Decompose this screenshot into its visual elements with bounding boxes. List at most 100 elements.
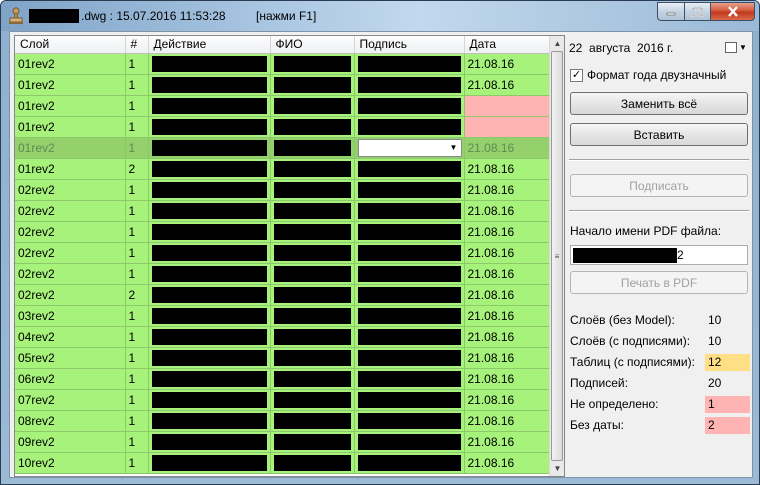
grid-scrollbar[interactable]: ▲ ≡ ▼ (549, 36, 564, 476)
cell-action[interactable] (148, 221, 271, 243)
cell-signature[interactable] (354, 74, 465, 96)
cell-layer[interactable]: 08rev2 (15, 410, 126, 432)
cell-signature[interactable] (354, 221, 465, 243)
cell-layer[interactable]: 03rev2 (15, 305, 126, 327)
cell-date[interactable]: 21.08.16 (464, 305, 551, 327)
cell-name[interactable] (270, 389, 355, 411)
table-row[interactable]: 05rev2 1 21.08.16 (15, 347, 551, 369)
cell-signature[interactable] (354, 431, 465, 453)
cell-number[interactable]: 2 (125, 284, 149, 306)
cell-number[interactable]: 1 (125, 389, 149, 411)
cell-date[interactable]: 21.08.16 (464, 284, 551, 306)
cell-number[interactable]: 1 (125, 95, 149, 117)
cell-signature[interactable] (354, 53, 465, 75)
table-row[interactable]: 01rev2 2 21.08.16 (15, 158, 551, 180)
cell-action[interactable] (148, 200, 271, 222)
cell-name[interactable] (270, 284, 355, 306)
table-row[interactable]: 02rev2 1 21.08.16 (15, 221, 551, 243)
cell-layer[interactable]: 01rev2 (15, 53, 126, 75)
cell-signature[interactable] (354, 158, 465, 180)
cell-number[interactable]: 1 (125, 242, 149, 264)
cell-action[interactable] (148, 389, 271, 411)
cell-signature[interactable] (354, 347, 465, 369)
cell-action[interactable] (148, 116, 271, 138)
cell-signature[interactable]: ▼ (354, 137, 465, 159)
cell-action[interactable] (148, 305, 271, 327)
cell-signature[interactable] (354, 284, 465, 306)
cell-name[interactable] (270, 368, 355, 390)
cell-number[interactable]: 1 (125, 74, 149, 96)
cell-signature[interactable] (354, 368, 465, 390)
cell-layer[interactable]: 07rev2 (15, 389, 126, 411)
cell-layer[interactable]: 01rev2 (15, 74, 126, 96)
cell-action[interactable] (148, 95, 271, 117)
insert-button[interactable]: Вставить (570, 123, 748, 146)
cell-name[interactable] (270, 326, 355, 348)
cell-number[interactable]: 1 (125, 431, 149, 453)
signatures-grid[interactable]: Слой # Действие ФИО Подпись Дата 01rev2 1… (14, 35, 565, 477)
cell-layer[interactable]: 01rev2 (15, 137, 126, 159)
cell-signature[interactable] (354, 116, 465, 138)
cell-action[interactable] (148, 368, 271, 390)
cell-action[interactable] (148, 431, 271, 453)
cell-date[interactable] (464, 95, 551, 117)
cell-date[interactable]: 21.08.16 (464, 179, 551, 201)
cell-layer[interactable]: 10rev2 (15, 452, 126, 474)
table-row[interactable]: 01rev2 1 21.08.16 (15, 53, 551, 75)
cell-signature[interactable] (354, 263, 465, 285)
cell-action[interactable] (148, 53, 271, 75)
cell-layer[interactable]: 01rev2 (15, 116, 126, 138)
cell-number[interactable]: 1 (125, 179, 149, 201)
table-row[interactable]: 09rev2 1 21.08.16 (15, 431, 551, 453)
replace-all-button[interactable]: Заменить всё (570, 92, 748, 115)
table-row[interactable]: 02rev2 1 21.08.16 (15, 242, 551, 264)
table-row[interactable]: 08rev2 1 21.08.16 (15, 410, 551, 432)
cell-number[interactable]: 1 (125, 368, 149, 390)
cell-number[interactable]: 1 (125, 221, 149, 243)
table-row[interactable]: 04rev2 1 21.08.16 (15, 326, 551, 348)
cell-signature[interactable] (354, 242, 465, 264)
table-row[interactable]: 01rev2 1 (15, 116, 551, 138)
cell-name[interactable] (270, 410, 355, 432)
cell-date[interactable]: 21.08.16 (464, 137, 551, 159)
pdf-prefix-input[interactable]: 2 (570, 245, 748, 265)
column-header-number[interactable]: # (125, 36, 149, 54)
cell-name[interactable] (270, 179, 355, 201)
cell-number[interactable]: 1 (125, 305, 149, 327)
cell-date[interactable]: 21.08.16 (464, 347, 551, 369)
table-row[interactable]: 01rev2 1 21.08.16 (15, 74, 551, 96)
cell-date[interactable]: 21.08.16 (464, 221, 551, 243)
cell-name[interactable] (270, 431, 355, 453)
cell-date[interactable]: 21.08.16 (464, 431, 551, 453)
cell-date[interactable] (464, 116, 551, 138)
column-header-date[interactable]: Дата (464, 36, 551, 54)
cell-action[interactable] (148, 284, 271, 306)
maximize-button[interactable] (684, 2, 710, 21)
cell-date[interactable]: 21.08.16 (464, 452, 551, 474)
cell-number[interactable]: 1 (125, 410, 149, 432)
cell-number[interactable]: 1 (125, 263, 149, 285)
cell-signature[interactable] (354, 305, 465, 327)
cell-number[interactable]: 1 (125, 452, 149, 474)
minimize-button[interactable] (657, 2, 684, 21)
cell-name[interactable] (270, 53, 355, 75)
cell-name[interactable] (270, 116, 355, 138)
cell-signature[interactable] (354, 95, 465, 117)
column-header-signature[interactable]: Подпись (354, 36, 465, 54)
cell-action[interactable] (148, 242, 271, 264)
cell-signature[interactable] (354, 389, 465, 411)
cell-layer[interactable]: 02rev2 (15, 242, 126, 264)
cell-date[interactable]: 21.08.16 (464, 263, 551, 285)
table-row[interactable]: 02rev2 2 21.08.16 (15, 284, 551, 306)
cell-name[interactable] (270, 158, 355, 180)
column-header-name[interactable]: ФИО (270, 36, 355, 54)
table-row[interactable]: 07rev2 1 21.08.16 (15, 389, 551, 411)
cell-signature[interactable] (354, 179, 465, 201)
cell-layer[interactable]: 02rev2 (15, 284, 126, 306)
cell-layer[interactable]: 01rev2 (15, 158, 126, 180)
cell-action[interactable] (148, 347, 271, 369)
cell-date[interactable]: 21.08.16 (464, 158, 551, 180)
sign-button[interactable]: Подписать (570, 174, 748, 197)
date-picker[interactable]: 22 августа 2016 г. ▼ (569, 38, 751, 58)
table-row[interactable]: 02rev2 1 21.08.16 (15, 200, 551, 222)
